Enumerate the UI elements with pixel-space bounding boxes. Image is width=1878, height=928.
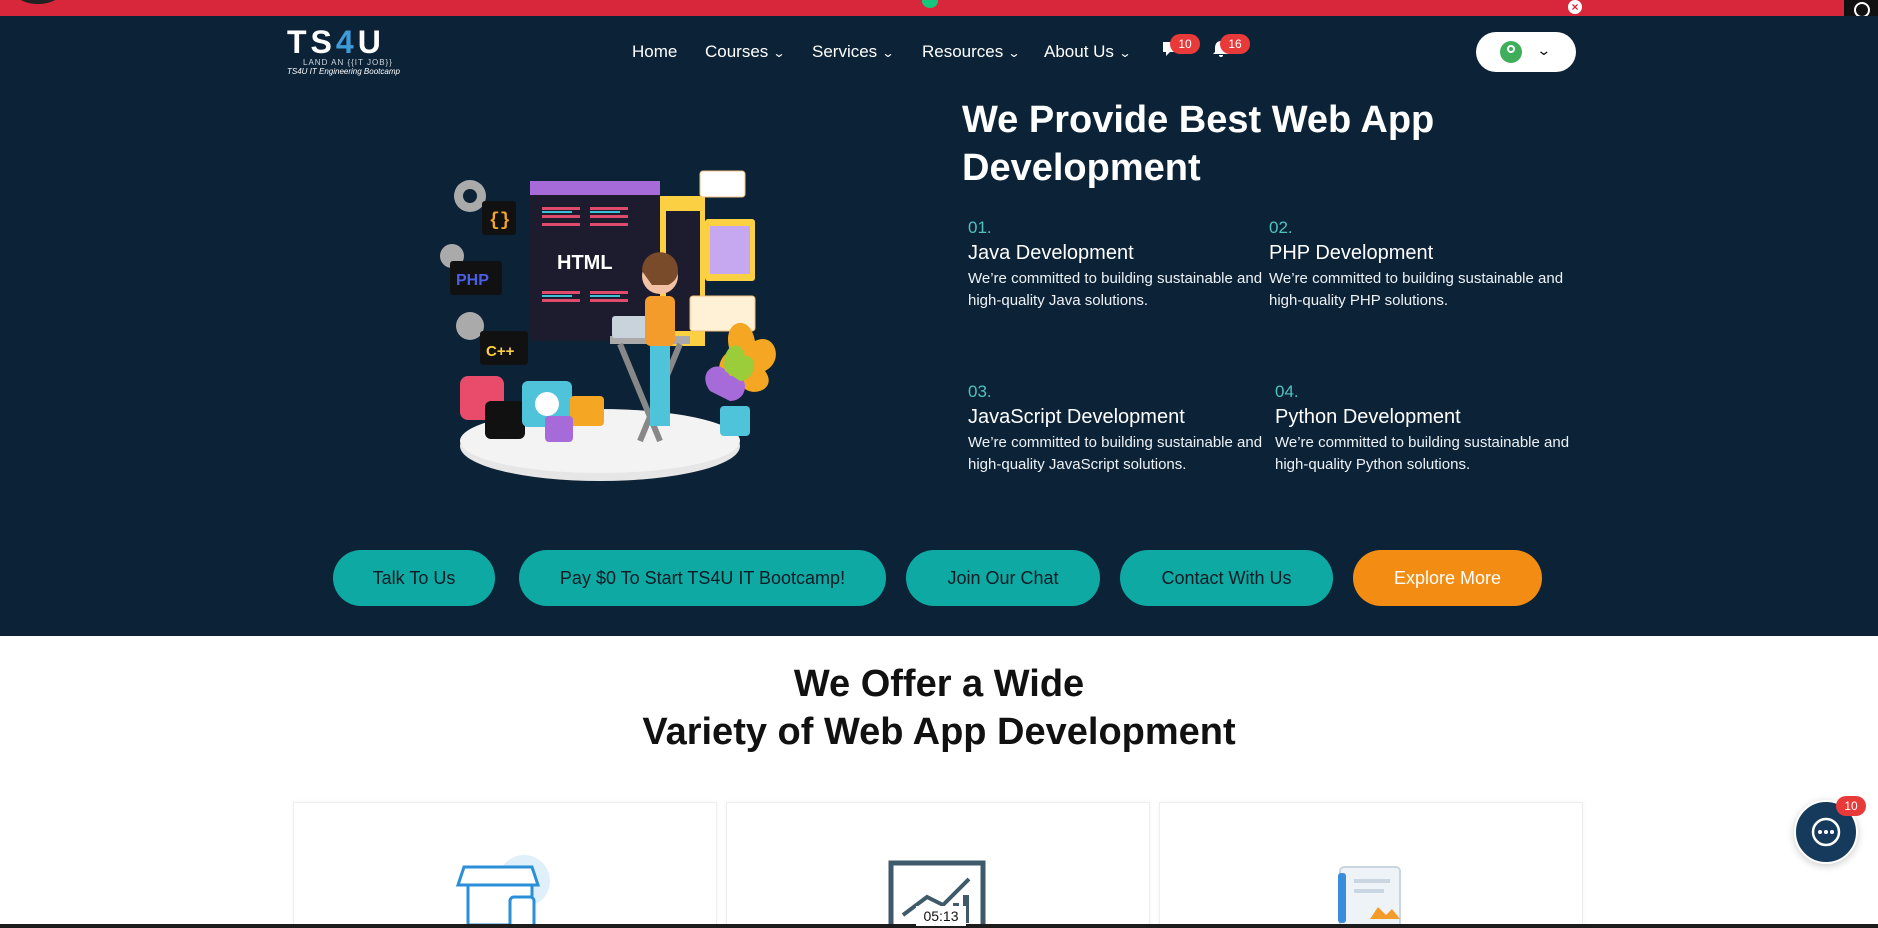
explore-more-button[interactable]: Explore More — [1353, 550, 1542, 606]
hero-title: We Provide Best Web App Development — [962, 99, 1435, 189]
chevron-down-icon: ⌄ — [772, 46, 786, 60]
html-label: HTML — [557, 252, 613, 274]
video-overlay-blob — [8, 0, 68, 4]
chat-widget-badge: 10 — [1836, 796, 1866, 816]
logo-subtitle: TS4U IT Engineering Bootcamp — [287, 67, 400, 76]
service-php: 02. PHP Development We’re committed to b… — [1269, 218, 1569, 312]
logo-tagline: LAND AN {{IT JOB}} — [303, 58, 393, 67]
service-number: 02. — [1269, 218, 1293, 237]
logo-text: TS4U — [287, 24, 385, 60]
service-description: We’re committed to building sustainable … — [1275, 434, 1570, 473]
chevron-down-icon: ⌄ — [1118, 46, 1132, 60]
user-menu[interactable]: ⌄ — [1476, 32, 1576, 72]
service-name: JavaScript Development — [968, 406, 1185, 428]
chevron-down-icon: ⌄ — [1007, 46, 1021, 60]
hero-section: TS4U LAND AN {{IT JOB}} TS4U IT Engineer… — [0, 16, 1878, 636]
nav-services[interactable]: Services ⌄ — [812, 42, 895, 62]
service-javascript: 03. JavaScript Development We’re committ… — [968, 382, 1268, 476]
service-number: 01. — [968, 218, 992, 237]
service-description: We’re committed to building sustainable … — [968, 270, 1263, 309]
offer-card-1[interactable] — [293, 802, 717, 928]
service-description: We’re committed to building sustainable … — [1269, 270, 1564, 309]
nav-courses[interactable]: Courses ⌄ — [705, 42, 786, 62]
service-number: 03. — [968, 382, 992, 401]
chevron-down-icon: ⌄ — [1536, 42, 1552, 58]
contact-us-button[interactable]: Contact With Us — [1120, 550, 1333, 606]
document-icon — [1338, 866, 1401, 928]
chat-widget-button[interactable]: 10 — [1794, 796, 1866, 864]
join-chat-button[interactable]: Join Our Chat — [906, 550, 1100, 606]
messages-badge: 10 — [1170, 34, 1200, 54]
messages-button[interactable]: 10 — [1160, 34, 1200, 64]
web-dev-illustration: HTML {} PHP C++ — [440, 170, 776, 481]
section-title: We Offer a Wide Variety of Web App Devel… — [642, 663, 1236, 753]
php-label: PHP — [456, 272, 489, 289]
progress-dot — [922, 0, 938, 8]
user-avatar-icon — [1500, 41, 1522, 63]
chevron-down-icon: ⌄ — [881, 46, 895, 60]
talk-to-us-button[interactable]: Talk To Us — [333, 550, 495, 606]
store-icon — [455, 855, 550, 928]
chat-widget-icon — [1811, 817, 1841, 847]
notifications-badge: 16 — [1220, 34, 1250, 54]
service-name: Python Development — [1275, 406, 1461, 428]
service-description: We’re committed to building sustainable … — [968, 434, 1263, 473]
nav-home[interactable]: Home — [632, 42, 677, 62]
nav-resources[interactable]: Resources ⌄ — [922, 42, 1021, 62]
close-icon[interactable]: × — [1568, 0, 1582, 14]
service-name: Java Development — [968, 242, 1134, 264]
service-python: 04. Python Development We’re committed t… — [1275, 382, 1575, 476]
video-timestamp: 05:13 — [916, 906, 966, 926]
notifications-button[interactable]: 16 — [1210, 34, 1250, 64]
cpp-label: C++ — [486, 343, 515, 360]
offer-card-3[interactable] — [1159, 802, 1583, 928]
service-java: 01. Java Development We’re committed to … — [968, 218, 1268, 312]
service-number: 04. — [1275, 382, 1299, 401]
nav-about-us[interactable]: About Us ⌄ — [1044, 42, 1132, 62]
service-name: PHP Development — [1269, 242, 1434, 264]
pay-bootcamp-button[interactable]: Pay $0 To Start TS4U IT Bootcamp! — [519, 550, 886, 606]
site-logo[interactable]: TS4U LAND AN {{IT JOB}} TS4U IT Engineer… — [287, 26, 417, 82]
promo-top-bar: × — [0, 0, 1878, 28]
svg-text:{}: {} — [489, 211, 511, 231]
